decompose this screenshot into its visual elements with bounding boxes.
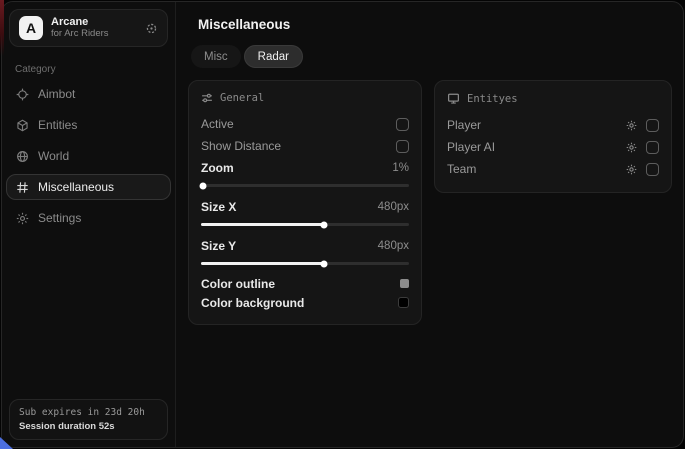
brand-logo: A xyxy=(19,16,43,40)
active-label: Active xyxy=(201,117,234,131)
show-distance-row: Show Distance xyxy=(201,135,409,157)
player-ai-label: Player AI xyxy=(447,140,495,154)
player-controls xyxy=(626,119,659,132)
size-y-value: 480px xyxy=(378,240,409,252)
player-ai-checkbox[interactable] xyxy=(646,141,659,154)
entities-panel: Entityes Player xyxy=(434,80,672,193)
sidebar: A Arcane for Arc Riders Category xyxy=(2,2,176,447)
sidebar-item-world[interactable]: World xyxy=(6,143,171,169)
sidebar-item-settings[interactable]: Settings xyxy=(6,205,171,231)
sync-gear-icon[interactable] xyxy=(145,22,158,35)
zoom-slider[interactable] xyxy=(201,184,409,187)
size-y-slider[interactable] xyxy=(201,262,409,265)
team-gear-icon[interactable] xyxy=(626,164,637,175)
crosshair-icon xyxy=(16,88,29,101)
show-distance-checkbox[interactable] xyxy=(396,140,409,153)
zoom-slider-thumb[interactable] xyxy=(200,182,207,189)
general-panel: General Active Show Distance Zoom 1% xyxy=(188,80,422,325)
active-row: Active xyxy=(201,113,409,135)
app-window: A Arcane for Arc Riders Category xyxy=(1,1,684,448)
zoom-value: 1% xyxy=(392,162,409,174)
team-row: Team xyxy=(447,158,659,180)
general-panel-header: General xyxy=(201,92,409,104)
color-outline-label: Color outline xyxy=(201,277,275,291)
size-x-slider-fill xyxy=(201,223,324,226)
sidebar-item-label: Miscellaneous xyxy=(38,180,114,194)
tab-bar: Misc Radar xyxy=(191,45,672,68)
size-x-slider-thumb[interactable] xyxy=(320,221,327,228)
entities-panel-header: Entityes xyxy=(447,92,659,105)
size-x-value: 480px xyxy=(378,201,409,213)
brand-subtitle: for Arc Riders xyxy=(51,29,137,40)
general-panel-title: General xyxy=(220,92,264,104)
show-distance-label: Show Distance xyxy=(201,139,281,153)
team-label: Team xyxy=(447,162,476,176)
panels-row: General Active Show Distance Zoom 1% xyxy=(188,80,672,325)
team-checkbox[interactable] xyxy=(646,163,659,176)
sidebar-item-aimbot[interactable]: Aimbot xyxy=(6,81,171,107)
page-title: Miscellaneous xyxy=(198,17,672,32)
player-label: Player xyxy=(447,118,481,132)
sidebar-item-entities[interactable]: Entities xyxy=(6,112,171,138)
player-ai-row: Player AI xyxy=(447,136,659,158)
color-background-swatch[interactable] xyxy=(398,297,409,308)
player-ai-controls xyxy=(626,141,659,154)
zoom-row: Zoom 1% xyxy=(201,157,409,179)
player-ai-gear-icon[interactable] xyxy=(626,142,637,153)
sub-expiry-text: Sub expires in 23d 20h xyxy=(19,407,158,418)
player-checkbox[interactable] xyxy=(646,119,659,132)
size-x-row: Size X 480px xyxy=(201,196,409,218)
color-background-row: Color background xyxy=(201,293,409,312)
sidebar-item-label: Aimbot xyxy=(38,87,75,101)
sidebar-item-miscellaneous[interactable]: Miscellaneous xyxy=(6,174,171,200)
tab-radar[interactable]: Radar xyxy=(244,45,303,68)
sidebar-item-label: World xyxy=(38,149,69,163)
sidebar-nav: Aimbot Entities xyxy=(2,81,175,231)
sliders-icon xyxy=(201,92,213,104)
brand-logo-letter: A xyxy=(26,20,36,36)
tab-misc[interactable]: Misc xyxy=(191,45,241,68)
color-outline-swatch[interactable] xyxy=(400,279,409,288)
monitor-icon xyxy=(447,92,460,105)
sidebar-item-label: Settings xyxy=(38,211,81,225)
entities-panel-title: Entityes xyxy=(467,93,518,105)
globe-icon xyxy=(16,150,29,163)
background-red-accent xyxy=(0,0,4,56)
size-x-label: Size X xyxy=(201,200,236,214)
size-y-slider-thumb[interactable] xyxy=(320,260,327,267)
active-checkbox[interactable] xyxy=(396,118,409,131)
zoom-label: Zoom xyxy=(201,161,234,175)
size-y-row: Size Y 480px xyxy=(201,235,409,257)
size-y-label: Size Y xyxy=(201,239,236,253)
color-outline-row: Color outline xyxy=(201,274,409,293)
screen: A Arcane for Arc Riders Category xyxy=(0,0,685,449)
brand-text: Arcane for Arc Riders xyxy=(51,16,137,40)
grid-icon xyxy=(16,181,29,194)
entities-box-icon xyxy=(16,119,29,132)
size-y-slider-fill xyxy=(201,262,324,265)
player-row: Player xyxy=(447,114,659,136)
category-label: Category xyxy=(15,64,175,75)
brand-card: A Arcane for Arc Riders xyxy=(9,9,168,47)
brand-name: Arcane xyxy=(51,16,137,29)
color-background-label: Color background xyxy=(201,296,304,310)
team-controls xyxy=(626,163,659,176)
gear-icon xyxy=(16,212,29,225)
session-duration-text: Session duration 52s xyxy=(19,421,158,432)
subscription-card: Sub expires in 23d 20h Session duration … xyxy=(9,399,168,440)
player-gear-icon[interactable] xyxy=(626,120,637,131)
main-content: Miscellaneous Misc Radar Gene xyxy=(176,2,684,447)
sidebar-item-label: Entities xyxy=(38,118,77,132)
size-x-slider[interactable] xyxy=(201,223,409,226)
